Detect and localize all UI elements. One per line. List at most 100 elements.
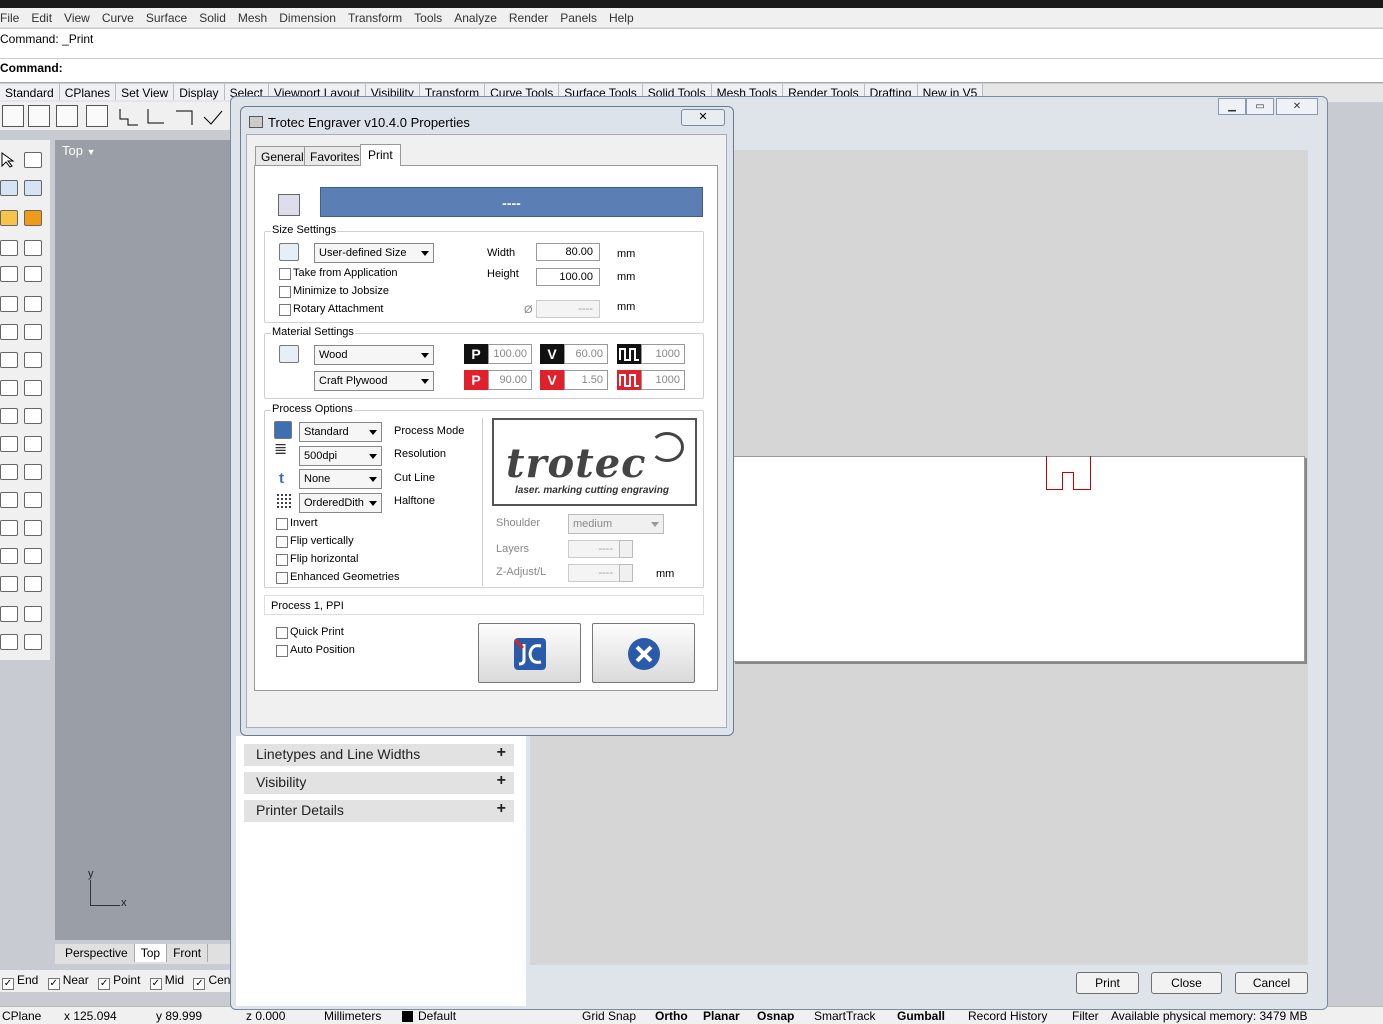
viewport-title[interactable]: Top ▼ [57, 142, 103, 160]
menu-solid[interactable]: Solid [193, 8, 232, 26]
rotary-attachment-checkbox[interactable] [279, 304, 291, 316]
save-job-icon[interactable] [278, 194, 300, 216]
tab-print[interactable]: Print [360, 144, 401, 166]
tab-favorites[interactable]: Favorites [304, 146, 366, 166]
menu-curve[interactable]: Curve [96, 8, 140, 26]
expand-icon[interactable]: + [497, 772, 506, 790]
take-from-application-checkbox[interactable] [279, 268, 291, 280]
chevron-down-icon[interactable]: ▼ [87, 147, 96, 157]
print-button[interactable]: Print [1076, 972, 1139, 994]
menu-transform[interactable]: Transform [342, 8, 408, 26]
menu-surface[interactable]: Surface [140, 8, 193, 26]
menu-analyze[interactable]: Analyze [448, 8, 503, 26]
osnap-point[interactable]: ✓ Point [98, 973, 140, 990]
toggle-ortho[interactable]: Ortho [655, 1009, 688, 1023]
toggle-filter[interactable]: Filter [1072, 1009, 1099, 1023]
select-arrow-icon[interactable] [0, 152, 18, 168]
text-icon[interactable] [24, 606, 42, 622]
line-icon[interactable] [174, 105, 196, 127]
star-icon[interactable] [24, 634, 42, 650]
scale-icon[interactable] [24, 464, 42, 480]
enhanced-geometries-checkbox[interactable] [276, 572, 288, 584]
flip-vertically-checkbox[interactable] [276, 536, 288, 548]
check-icon[interactable] [202, 105, 224, 127]
arc-icon[interactable] [0, 296, 18, 312]
section-printer-details[interactable]: Printer Details + [244, 800, 514, 822]
osnap-end[interactable]: ✓ End [2, 973, 38, 990]
job-name-field[interactable]: ---- [320, 187, 703, 217]
maximize-icon[interactable]: ▭ [1246, 98, 1274, 115]
process-mode-select[interactable]: Standard [299, 422, 382, 442]
polyline-icon[interactable] [118, 105, 140, 127]
curve-tool-icon[interactable] [24, 296, 42, 312]
menu-panels[interactable]: Panels [554, 8, 603, 26]
split-icon[interactable] [24, 380, 42, 396]
tab-cplanes[interactable]: CPlanes [59, 84, 117, 100]
menu-dimension[interactable]: Dimension [273, 8, 342, 26]
toggle-record-history[interactable]: Record History [968, 1009, 1047, 1023]
toggle-grid-snap[interactable]: Grid Snap [582, 1009, 636, 1023]
toggle-gumball[interactable]: Gumball [897, 1009, 945, 1023]
expand-icon[interactable]: + [497, 800, 506, 818]
open-icon[interactable] [28, 105, 50, 127]
tab-front[interactable]: Front [167, 944, 209, 962]
flip-horizontal-checkbox[interactable] [276, 554, 288, 566]
print-icon[interactable] [86, 105, 108, 127]
viewport-top[interactable] [55, 140, 235, 940]
save-icon[interactable] [56, 105, 78, 127]
explode-tool-icon[interactable] [24, 408, 42, 424]
rotate-icon[interactable] [0, 464, 18, 480]
menu-render[interactable]: Render [503, 8, 554, 26]
cancel-button[interactable]: Cancel [1235, 972, 1308, 994]
join-icon[interactable] [0, 408, 18, 424]
extend-icon[interactable] [24, 352, 42, 368]
menu-mesh[interactable]: Mesh [232, 8, 273, 26]
invert-checkbox[interactable] [276, 518, 288, 530]
menu-view[interactable]: View [58, 8, 96, 26]
toggle-osnap[interactable]: Osnap [757, 1009, 794, 1023]
point-icon[interactable] [24, 152, 42, 168]
tab-general[interactable]: General [255, 146, 310, 166]
group-icon[interactable] [0, 634, 18, 650]
job-control-button[interactable] [478, 623, 581, 683]
copy-icon[interactable] [24, 436, 42, 452]
curve-icon[interactable] [146, 105, 168, 127]
fillet-icon[interactable] [0, 324, 18, 340]
status-layer[interactable]: Default [418, 1009, 456, 1023]
boolean-icon[interactable] [0, 576, 18, 592]
box-icon[interactable] [0, 520, 18, 536]
circle-icon[interactable] [0, 240, 18, 256]
material-type-select[interactable]: Craft Plywood [314, 371, 434, 391]
ellipse-icon[interactable] [0, 266, 18, 282]
width-field[interactable]: 80.00 [536, 243, 600, 261]
material-database-icon[interactable] [279, 345, 299, 363]
explode-icon[interactable] [24, 210, 42, 226]
polygon-icon[interactable] [24, 266, 42, 282]
mirror-icon[interactable] [0, 492, 18, 508]
minimize-icon[interactable]: ▁ [1218, 98, 1246, 115]
tab-top[interactable]: Top [134, 944, 168, 962]
menu-tools[interactable]: Tools [408, 8, 448, 26]
polyline-tool-icon[interactable] [0, 180, 18, 196]
size-type-select[interactable]: User-defined Size [314, 243, 434, 263]
close-icon[interactable]: ✕ [1276, 98, 1318, 115]
tab-set-view[interactable]: Set View [116, 84, 175, 100]
cancel-job-button[interactable] [592, 623, 695, 683]
osnap-cen[interactable]: ✓ Cen [193, 973, 230, 990]
move-icon[interactable] [0, 436, 18, 452]
status-units[interactable]: Millimeters [324, 1009, 381, 1023]
line-tool-icon[interactable] [24, 180, 42, 196]
tab-display[interactable]: Display [174, 84, 225, 100]
status-cplane[interactable]: CPlane [2, 1009, 41, 1023]
trim-icon[interactable] [0, 380, 18, 396]
quick-print-checkbox[interactable] [276, 627, 288, 639]
material-select[interactable]: Wood [314, 345, 434, 365]
loft-icon[interactable] [24, 548, 42, 564]
close-button[interactable]: Close [1151, 972, 1222, 994]
toggle-planar[interactable]: Planar [703, 1009, 740, 1023]
dimension-icon[interactable] [0, 606, 18, 622]
auto-position-checkbox[interactable] [276, 645, 288, 657]
tab-standard[interactable]: Standard [0, 84, 60, 100]
halftone-select[interactable]: OrderedDith [299, 493, 382, 513]
mesh-icon[interactable] [24, 576, 42, 592]
